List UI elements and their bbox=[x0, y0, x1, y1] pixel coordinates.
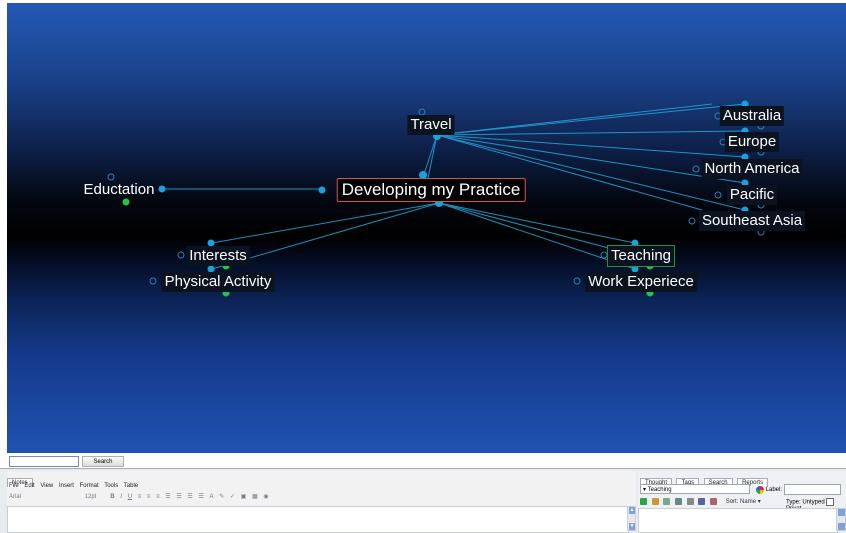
thought-work-experience[interactable]: Work Experiece bbox=[585, 272, 697, 292]
search-bar: Search bbox=[7, 456, 846, 468]
align-center-icon[interactable]: ≡ bbox=[147, 494, 151, 500]
pacific-jump-gate[interactable] bbox=[714, 191, 722, 199]
type-value[interactable]: Type: Untyped bbox=[786, 500, 825, 506]
table-icon[interactable]: ▦ bbox=[252, 493, 258, 500]
search-input[interactable] bbox=[9, 456, 79, 467]
thought-north-america[interactable]: North America bbox=[701, 159, 803, 179]
add-icon[interactable] bbox=[640, 498, 647, 505]
side-scrollbar[interactable] bbox=[836, 508, 846, 531]
side-scroll-down-icon[interactable] bbox=[838, 523, 845, 530]
color-wheel-icon[interactable] bbox=[756, 485, 764, 494]
calendar-icon[interactable] bbox=[698, 498, 706, 505]
work-jump-gate[interactable] bbox=[573, 277, 581, 285]
central-thought[interactable]: Developing my Practice bbox=[336, 178, 526, 202]
interests-jump-gate[interactable] bbox=[177, 251, 185, 259]
thought-education[interactable]: Eductation bbox=[81, 180, 158, 200]
numbered-list-icon[interactable]: ☰ bbox=[176, 493, 181, 500]
highlight-icon[interactable]: ✎ bbox=[219, 493, 224, 500]
thought-properties-panel: Thought Tags Search Reports ▾ Teaching L… bbox=[638, 471, 846, 533]
thought-teaching[interactable]: Teaching bbox=[606, 245, 676, 267]
bullet-list-icon[interactable]: ☰ bbox=[165, 493, 170, 500]
menu-file[interactable]: File bbox=[9, 483, 19, 489]
thought-pacific[interactable]: Pacific bbox=[726, 185, 778, 205]
link-icon[interactable]: ✓ bbox=[230, 493, 235, 500]
notes-menubar: File Edit View Insert Format Tools Table bbox=[9, 483, 142, 489]
thought-southeast-asia[interactable]: Southeast Asia bbox=[698, 211, 806, 231]
link-thought-icon[interactable] bbox=[663, 498, 671, 505]
bottom-panels: Notes File Edit View Insert Format Tools… bbox=[0, 468, 846, 533]
outdent-icon[interactable]: ☰ bbox=[187, 493, 192, 500]
attachments-list[interactable] bbox=[638, 508, 838, 533]
north-america-jump-gate[interactable] bbox=[692, 165, 700, 173]
thought-europe[interactable]: Europe bbox=[724, 132, 780, 152]
menu-insert[interactable]: Insert bbox=[59, 483, 74, 489]
thought-name-field[interactable]: ▾ Teaching bbox=[640, 484, 750, 494]
search-button[interactable]: Search bbox=[82, 456, 124, 467]
indent-icon[interactable]: ☰ bbox=[198, 493, 203, 500]
notes-scrollbar[interactable]: ▲ ▼ bbox=[627, 506, 636, 531]
thought-name-value: Teaching bbox=[647, 487, 672, 493]
southeast-asia-jump-gate[interactable] bbox=[688, 217, 696, 225]
bold-button[interactable]: B bbox=[110, 494, 114, 500]
side-scroll-up-icon[interactable] bbox=[838, 509, 845, 516]
physical-jump-gate[interactable] bbox=[149, 277, 157, 285]
align-left-icon[interactable]: ≡ bbox=[138, 494, 142, 500]
label-input[interactable] bbox=[783, 484, 841, 495]
font-size-select[interactable]: 12pt bbox=[85, 494, 105, 500]
delete-icon[interactable] bbox=[686, 498, 694, 505]
scroll-up-icon[interactable]: ▲ bbox=[629, 507, 635, 514]
scroll-down-icon[interactable]: ▼ bbox=[629, 523, 635, 530]
notes-panel: Notes File Edit View Insert Format Tools… bbox=[7, 471, 636, 533]
dropdown-arrow-icon[interactable]: ▾ bbox=[643, 487, 646, 493]
spell-check-icon[interactable]: ◉ bbox=[263, 493, 268, 500]
side-toolbar: Sort: Name ▾ bbox=[640, 498, 761, 505]
central-left-node[interactable] bbox=[318, 186, 326, 194]
private-checkbox[interactable] bbox=[826, 498, 835, 506]
pin-icon[interactable] bbox=[710, 498, 718, 505]
thought-travel[interactable]: Travel bbox=[407, 115, 455, 135]
italic-button[interactable]: I bbox=[120, 494, 122, 500]
label-row: Label: bbox=[756, 484, 841, 495]
notes-editor[interactable] bbox=[7, 506, 629, 533]
underline-button[interactable]: U bbox=[128, 494, 132, 500]
sort-dropdown[interactable]: Sort: Name ▾ bbox=[726, 499, 761, 505]
menu-tools[interactable]: Tools bbox=[104, 483, 118, 489]
menu-edit[interactable]: Edit bbox=[24, 483, 34, 489]
align-right-icon[interactable]: ≡ bbox=[156, 494, 160, 500]
text-color-icon[interactable]: A bbox=[210, 494, 214, 500]
notes-toolbar: Arial 12pt B I U ≡ ≡ ≡ ☰ ☰ ☰ ☰ A ✎ ✓ ▣ ▦… bbox=[9, 493, 634, 503]
thought-australia[interactable]: Australia bbox=[719, 106, 785, 126]
thought-physical-activity[interactable]: Physical Activity bbox=[161, 272, 275, 292]
menu-table[interactable]: Table bbox=[124, 483, 138, 489]
copy-icon[interactable] bbox=[675, 498, 683, 505]
menu-format[interactable]: Format bbox=[80, 483, 99, 489]
label-text: Label: bbox=[765, 487, 783, 494]
menu-view[interactable]: View bbox=[40, 483, 53, 489]
mind-map-canvas[interactable]: Developing my Practice Travel Eductation… bbox=[7, 3, 846, 453]
image-icon[interactable]: ▣ bbox=[241, 493, 247, 500]
attachment-icon[interactable] bbox=[651, 498, 659, 505]
education-node[interactable] bbox=[158, 185, 166, 193]
font-family-select[interactable]: Arial bbox=[9, 494, 79, 500]
thought-interests[interactable]: Interests bbox=[186, 246, 250, 266]
